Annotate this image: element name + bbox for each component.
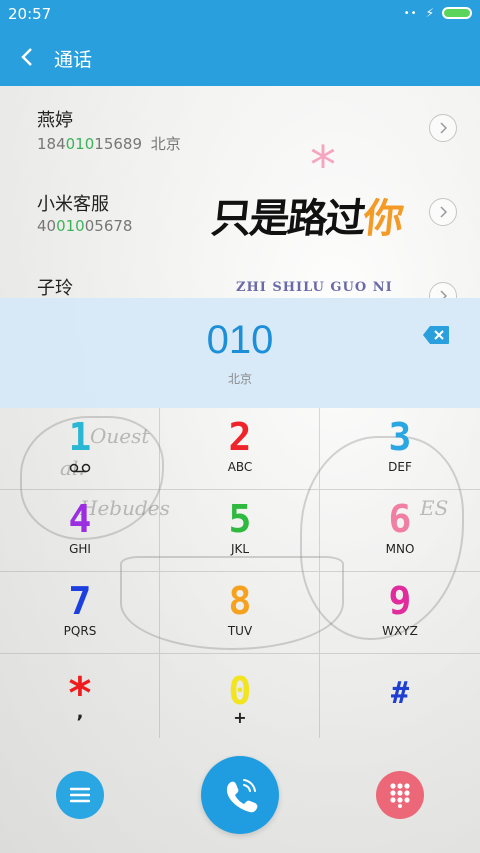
chevron-right-icon xyxy=(440,290,447,298)
chevron-right-icon xyxy=(440,206,447,218)
phone-icon xyxy=(226,779,258,813)
menu-button[interactable] xyxy=(56,771,104,819)
number-prefix: 40 xyxy=(37,217,57,235)
key-letters: PQRS xyxy=(63,624,97,638)
contact-detail-button[interactable] xyxy=(429,114,457,142)
key-letters: + xyxy=(233,708,247,727)
contact-item[interactable]: 燕婷 18401015689 北京 xyxy=(0,86,480,170)
key-digit: 4 xyxy=(68,497,92,541)
key-9[interactable]: 9 WXYZ xyxy=(320,572,480,654)
contact-item[interactable]: 子玲 xyxy=(0,254,480,298)
key-4[interactable]: 4 GHI xyxy=(0,490,160,572)
key-letters: , xyxy=(76,702,84,723)
status-icons: •• ⚡ xyxy=(404,6,472,20)
signal-icon: •• xyxy=(403,7,418,19)
dial-keypad: 1 2 ABC 3 DEF 4 GHI 5 JKL 6 MNO 7 PQRS 8… xyxy=(0,408,480,738)
chevron-right-icon xyxy=(440,122,447,134)
key-6[interactable]: 6 MNO xyxy=(320,490,480,572)
key-1[interactable]: 1 xyxy=(0,408,160,490)
key-7[interactable]: 7 PQRS xyxy=(0,572,160,654)
contact-name: 子玲 xyxy=(37,278,73,298)
key-digit: 3 xyxy=(388,415,412,459)
key-5[interactable]: 5 JKL xyxy=(160,490,320,572)
dialed-location: 北京 xyxy=(227,372,252,386)
chevron-left-icon xyxy=(21,48,32,66)
key-digit: 1 xyxy=(68,415,92,459)
dialed-digits: 010 xyxy=(206,318,274,362)
back-button[interactable] xyxy=(10,40,44,74)
key-8[interactable]: 8 TUV xyxy=(160,572,320,654)
backspace-button[interactable] xyxy=(422,325,450,345)
number-match: 010 xyxy=(65,135,95,153)
contact-name: 燕婷 xyxy=(37,110,73,131)
number-suffix: 05678 xyxy=(84,217,133,235)
number-location: 北京 xyxy=(150,135,181,153)
key-digit: # xyxy=(390,676,410,711)
voicemail-icon xyxy=(69,463,91,473)
backspace-icon xyxy=(423,326,449,344)
call-button[interactable] xyxy=(201,756,279,834)
keypad-toggle-button[interactable] xyxy=(376,771,424,819)
key-digit: 9 xyxy=(388,579,412,623)
key-digit: 8 xyxy=(228,579,252,623)
contact-item[interactable]: 小米客服 4001005678 xyxy=(0,170,480,254)
menu-icon xyxy=(70,787,90,803)
key-digit: 7 xyxy=(68,579,92,623)
key-letters: ABC xyxy=(227,460,253,474)
key-0[interactable]: 0 + xyxy=(160,654,320,738)
page-title: 通话 xyxy=(54,49,93,71)
number-suffix: 15689 xyxy=(94,135,142,153)
key-digit: 5 xyxy=(228,497,252,541)
number-prefix: 184 xyxy=(37,135,66,153)
contact-detail-button[interactable] xyxy=(429,282,457,298)
battery-icon xyxy=(442,7,472,19)
key-letters: JKL xyxy=(230,542,250,556)
key-star[interactable]: * , xyxy=(0,654,160,738)
status-bar: 20:57 •• ⚡ xyxy=(0,0,480,28)
key-letters: DEF xyxy=(388,460,412,474)
contact-number: 4001005678 xyxy=(37,217,132,235)
key-letters: TUV xyxy=(227,624,253,638)
status-time: 20:57 xyxy=(8,5,52,23)
charging-icon: ⚡ xyxy=(425,6,434,20)
key-digit: 0 xyxy=(228,669,252,713)
contact-number: 18401015689 北京 xyxy=(37,133,181,154)
contact-detail-button[interactable] xyxy=(429,198,457,226)
key-3[interactable]: 3 DEF xyxy=(320,408,480,490)
key-letters: WXYZ xyxy=(382,624,418,638)
dialpad-icon xyxy=(390,783,410,808)
key-digit: 2 xyxy=(228,415,252,459)
contact-match-list: 燕婷 18401015689 北京 小米客服 4001005678 子玲 xyxy=(0,86,480,298)
number-match: 010 xyxy=(56,217,85,235)
dial-display: 010 北京 xyxy=(0,298,480,408)
key-letters: GHI xyxy=(69,542,91,556)
header-bar: 通话 xyxy=(0,28,480,86)
key-hash[interactable]: # xyxy=(320,654,480,738)
contact-name: 小米客服 xyxy=(37,194,109,215)
key-digit: 6 xyxy=(388,497,412,541)
key-2[interactable]: 2 ABC xyxy=(160,408,320,490)
key-letters: MNO xyxy=(385,542,415,556)
